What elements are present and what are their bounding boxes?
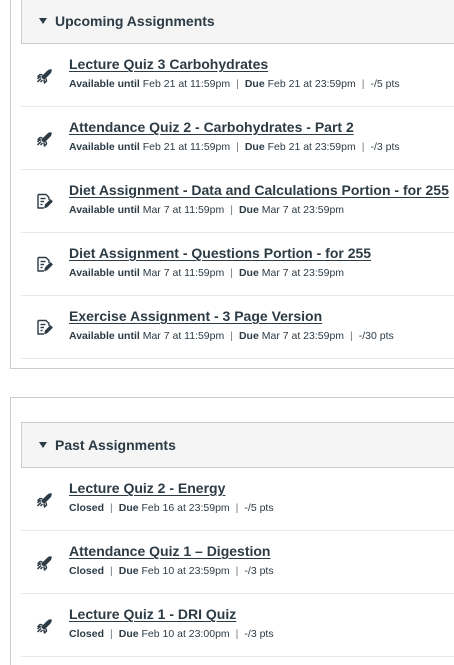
- assignment-title-link[interactable]: Attendance Quiz 1 – Digestion: [69, 543, 270, 559]
- assignment-meta: Closed | Due Feb 16 at 23:59pm | -/5 pts: [69, 502, 274, 514]
- separator: |: [230, 330, 233, 342]
- assignment-meta: Closed | Due Feb 10 at 23:59pm | -/3 pts: [69, 565, 274, 577]
- assignment-title-link[interactable]: Lecture Quiz 3 Carbohydrates: [69, 56, 268, 72]
- due-date: Feb 21 at 23:59pm: [267, 78, 356, 90]
- past-assignments-title: Past Assignments: [55, 437, 176, 453]
- separator: |: [236, 78, 239, 90]
- due-date: Feb 21 at 23:59pm: [267, 141, 356, 153]
- upcoming-assignments-header[interactable]: Upcoming Assignments: [21, 0, 454, 44]
- separator: |: [235, 565, 239, 577]
- assignment-row: Diet Assignment - Data and Calculations …: [21, 170, 454, 233]
- availability-label: Available until: [69, 141, 140, 153]
- assignment-meta: Available until Mar 7 at 11:59pm | Due Mar…: [69, 204, 344, 216]
- due-label: Due: [244, 141, 265, 153]
- assignment-icon: [35, 318, 53, 336]
- separator: |: [110, 628, 113, 640]
- separator: |: [235, 502, 239, 514]
- due-label: Due: [244, 78, 265, 90]
- assignment-row: Diet Assignment - Questions Portion - fo…: [21, 233, 454, 296]
- due-label: Due: [238, 267, 259, 279]
- past-assignments-panel: Past Assignments Lecture Quiz 2 - Energy…: [10, 397, 454, 665]
- due-date: Feb 10 at 23:00pm: [141, 628, 230, 640]
- status-label: Closed: [69, 502, 105, 514]
- availability-label: Available until: [69, 204, 140, 216]
- due-label: Due: [118, 502, 139, 514]
- points: -/3 pts: [370, 141, 400, 153]
- assignment-meta: Available until Feb 21 at 11:59pm | Due Fe…: [69, 141, 400, 153]
- assignment-icon: [35, 255, 53, 273]
- assignment-meta: Closed | Due Feb 10 at 23:00pm | -/3 pts: [69, 628, 274, 640]
- availability-date: Feb 21 at 11:59pm: [142, 141, 231, 153]
- assignment-title-link[interactable]: Diet Assignment - Questions Portion - fo…: [69, 245, 371, 261]
- separator: |: [235, 628, 239, 640]
- assignment-meta: Available until Mar 7 at 11:59pm | Due Mar…: [69, 267, 344, 279]
- separator: |: [230, 267, 233, 279]
- availability-date: Mar 7 at 11:59pm: [142, 204, 225, 216]
- due-label: Due: [118, 565, 139, 577]
- assignment-row: Attendance Quiz 2 - Carbohydrates - Part…: [21, 107, 454, 170]
- assignment-meta: Available until Mar 7 at 11:59pm | Due Mar…: [69, 330, 394, 342]
- quiz-rocket-icon: [35, 616, 53, 634]
- assignment-row: Attendance Quiz 1 – Digestion Closed | Due …: [21, 531, 454, 594]
- assignment-title-link[interactable]: Lecture Quiz 2 - Energy: [69, 480, 225, 496]
- assignment-title-link[interactable]: Diet Assignment - Data and Calculations …: [69, 182, 449, 198]
- assignment-icon: [35, 192, 53, 210]
- separator: |: [361, 78, 365, 90]
- separator: |: [110, 502, 113, 514]
- separator: |: [236, 141, 239, 153]
- past-assignments-header[interactable]: Past Assignments: [21, 422, 454, 468]
- assignment-row: Lecture Quiz 1 - DRI Quiz Closed | Due Feb …: [21, 594, 454, 657]
- points: -/5 pts: [244, 502, 274, 514]
- separator: |: [110, 565, 113, 577]
- availability-date: Mar 7 at 11:59pm: [142, 267, 225, 279]
- due-date: Mar 7 at 23:59pm: [261, 267, 345, 279]
- upcoming-assignments-list: Lecture Quiz 3 Carbohydrates Available un…: [21, 44, 454, 359]
- assignment-row: Lecture Quiz 3 Carbohydrates Available un…: [21, 44, 454, 107]
- points: -/3 pts: [244, 565, 274, 577]
- availability-label: Available until: [69, 330, 140, 342]
- due-label: Due: [238, 330, 259, 342]
- separator: |: [230, 204, 233, 216]
- due-date: Mar 7 at 23:59pm: [261, 204, 345, 216]
- availability-label: Available until: [69, 267, 140, 279]
- quiz-rocket-icon: [35, 66, 53, 84]
- past-assignments-list: Lecture Quiz 2 - Energy Closed | Due Feb 16…: [21, 468, 454, 657]
- points: -/5 pts: [370, 78, 400, 90]
- due-label: Due: [118, 628, 139, 640]
- assignment-title-link[interactable]: Exercise Assignment - 3 Page Version: [69, 308, 322, 324]
- upcoming-assignments-title: Upcoming Assignments: [55, 13, 215, 29]
- assignment-row: Lecture Quiz 2 - Energy Closed | Due Feb 16…: [21, 468, 454, 531]
- due-date: Feb 10 at 23:59pm: [141, 565, 230, 577]
- status-label: Closed: [69, 565, 105, 577]
- assignment-title-link[interactable]: Lecture Quiz 1 - DRI Quiz: [69, 606, 236, 622]
- quiz-rocket-icon: [35, 553, 53, 571]
- separator: |: [350, 330, 353, 342]
- due-date: Mar 7 at 23:59pm: [261, 330, 345, 342]
- availability-date: Mar 7 at 11:59pm: [142, 330, 225, 342]
- due-label: Due: [238, 204, 259, 216]
- points: -/3 pts: [244, 628, 274, 640]
- availability-date: Feb 21 at 11:59pm: [142, 78, 231, 90]
- quiz-rocket-icon: [35, 129, 53, 147]
- assignment-title-link[interactable]: Attendance Quiz 2 - Carbohydrates - Part…: [69, 119, 354, 135]
- due-date: Feb 16 at 23:59pm: [141, 502, 230, 514]
- status-label: Closed: [69, 628, 105, 640]
- separator: |: [361, 141, 365, 153]
- caret-down-icon[interactable]: [39, 442, 49, 448]
- availability-label: Available until: [69, 78, 140, 90]
- assignment-row: Exercise Assignment - 3 Page Version Avai…: [21, 296, 454, 359]
- assignment-meta: Available until Feb 21 at 11:59pm | Due Fe…: [69, 78, 400, 90]
- quiz-rocket-icon: [35, 490, 53, 508]
- upcoming-assignments-panel: Upcoming Assignments Lecture Quiz 3 Carb…: [10, 0, 454, 369]
- caret-down-icon[interactable]: [39, 18, 49, 24]
- points: -/30 pts: [358, 330, 394, 342]
